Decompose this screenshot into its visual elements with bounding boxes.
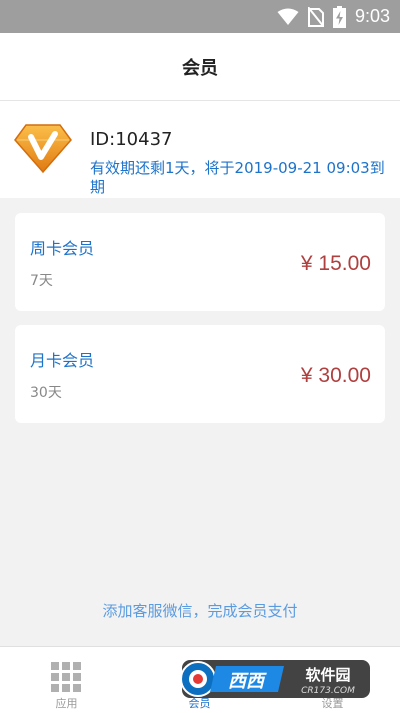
- vip-diamond-icon: [14, 123, 72, 174]
- plan-name: 周卡会员: [30, 239, 95, 258]
- plan-duration: 30天: [30, 385, 62, 401]
- plan-price: ¥ 30.00: [300, 364, 371, 387]
- plan-card-weekly[interactable]: 周卡会员 7天 ¥ 15.00: [15, 213, 385, 311]
- grid-icon: [51, 662, 81, 692]
- clock: 9:03: [354, 6, 390, 26]
- plan-card-monthly[interactable]: 月卡会员 30天 ¥ 30.00: [15, 325, 385, 423]
- member-id: ID:10437: [90, 129, 173, 150]
- plan-name: 月卡会员: [30, 351, 95, 370]
- plan-price: ¥ 15.00: [300, 252, 371, 275]
- svg-text:软件园: 软件园: [305, 666, 350, 684]
- contact-support-link[interactable]: 添加客服微信，完成会员支付: [0, 600, 400, 621]
- svg-text:西西: 西西: [228, 671, 267, 692]
- no-sim-icon: [307, 6, 324, 27]
- watermark-logo: 西西 软件园 CR173.COM: [176, 656, 374, 702]
- member-info-panel: ID:10437 有效期还剩1天，将于2019-09-21 09:03到期: [0, 101, 400, 198]
- membership-expiry: 有效期还剩1天，将于2019-09-21 09:03到期: [90, 159, 385, 196]
- status-bar: 9:03: [0, 0, 400, 33]
- svg-text:CR173.COM: CR173.COM: [301, 686, 355, 696]
- wifi-icon: [277, 8, 299, 26]
- battery-charging-icon: [332, 5, 346, 28]
- nav-label: 应用: [55, 697, 78, 710]
- page-title: 会员: [182, 57, 218, 79]
- nav-tab-apps[interactable]: 应用: [0, 647, 133, 713]
- plan-duration: 7天: [30, 273, 53, 289]
- title-bar: 会员: [0, 33, 400, 101]
